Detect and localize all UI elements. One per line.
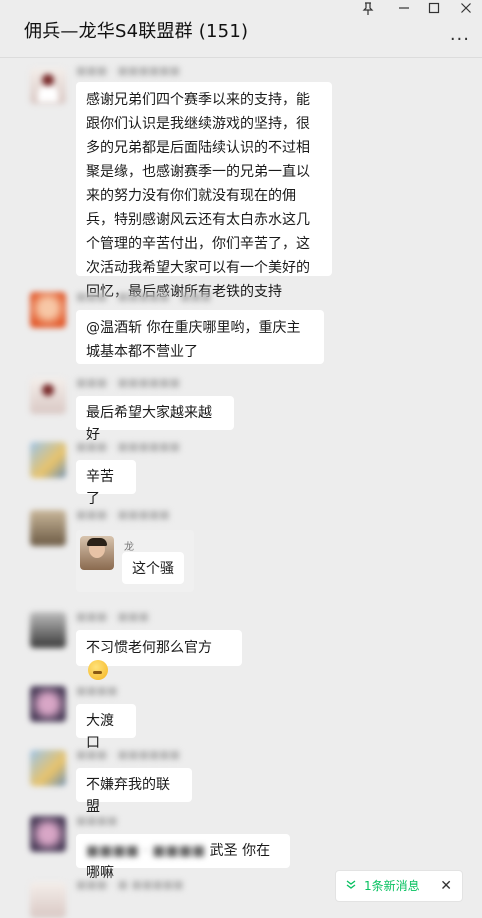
- sender-name: ■■■■: [76, 814, 118, 827]
- new-message-notice[interactable]: 1条新消息 ✕: [335, 870, 463, 902]
- chat-header: 佣兵—龙华S4联盟群 (151) ...: [0, 0, 482, 58]
- quoted-text: 这个骚: [122, 552, 184, 584]
- sender-name: ■■■ · ■■■: [76, 610, 149, 623]
- close-icon[interactable]: ✕: [440, 871, 452, 901]
- sender-name: ■■■ · ■■■■■■: [76, 64, 181, 77]
- sender-name: ■■■ · ■■■■■■: [76, 440, 181, 453]
- chat-title: 佣兵—龙华S4联盟群 (151): [24, 21, 249, 42]
- quoted-sender-name: 龙: [124, 542, 134, 553]
- message-bubble[interactable]: 辛苦了: [76, 460, 136, 507]
- avatar[interactable]: [30, 612, 66, 648]
- avatar[interactable]: [30, 510, 66, 546]
- minimize-icon[interactable]: [394, 2, 414, 18]
- message-bubble[interactable]: 不嫌弃我的联盟: [76, 768, 192, 815]
- message-bubble[interactable]: ■■■■ · ■■■■ 武圣 你在哪嘛: [76, 834, 290, 881]
- avatar[interactable]: [30, 816, 66, 852]
- message-bubble[interactable]: 最后希望大家越来越好: [76, 396, 234, 443]
- new-message-label: 1条新消息: [364, 879, 420, 893]
- avatar[interactable]: [30, 750, 66, 786]
- sender-name: ■■■ · ■■■■■ · ■■■: [76, 290, 212, 303]
- avatar[interactable]: [30, 292, 66, 328]
- sender-name: ■■■■: [76, 684, 118, 697]
- message-text: 不习惯老何那么官方: [86, 640, 212, 656]
- pin-icon[interactable]: [358, 2, 378, 18]
- message-bubble[interactable]: @温酒斩 你在重庆哪里哟，重庆主城基本都不营业了: [76, 310, 324, 364]
- more-options-icon[interactable]: ...: [450, 24, 470, 45]
- quoted-message[interactable]: 龙 这个骚: [76, 530, 194, 592]
- message-bubble[interactable]: 感谢兄弟们四个赛季以来的支持，能跟你们认识是我继续游戏的坚持，很多的兄弟都是后面…: [76, 82, 332, 300]
- avatar[interactable]: [30, 882, 66, 918]
- avatar[interactable]: [30, 378, 66, 414]
- avatar[interactable]: [30, 442, 66, 478]
- mention-blurred: ■■■■ · ■■■■: [86, 843, 206, 859]
- avatar[interactable]: [30, 68, 66, 104]
- maximize-icon[interactable]: [424, 2, 444, 18]
- double-chevron-down-icon: [346, 871, 356, 901]
- close-icon[interactable]: [456, 2, 476, 18]
- sender-name: ■■■ · ■■■■■■: [76, 376, 181, 389]
- sender-name: ■■■ · ■■■■■: [76, 508, 170, 521]
- message-bubble[interactable]: 不习惯老何那么官方: [76, 630, 242, 680]
- message-bubble[interactable]: 大渡口: [76, 704, 136, 751]
- thinking-face-emoji: [88, 660, 108, 680]
- sender-name: ■■■ · ■ ■■■■■: [76, 878, 184, 891]
- quoted-avatar: [80, 536, 114, 570]
- sender-name: ■■■ · ■■■■■■: [76, 748, 181, 761]
- avatar[interactable]: [30, 686, 66, 722]
